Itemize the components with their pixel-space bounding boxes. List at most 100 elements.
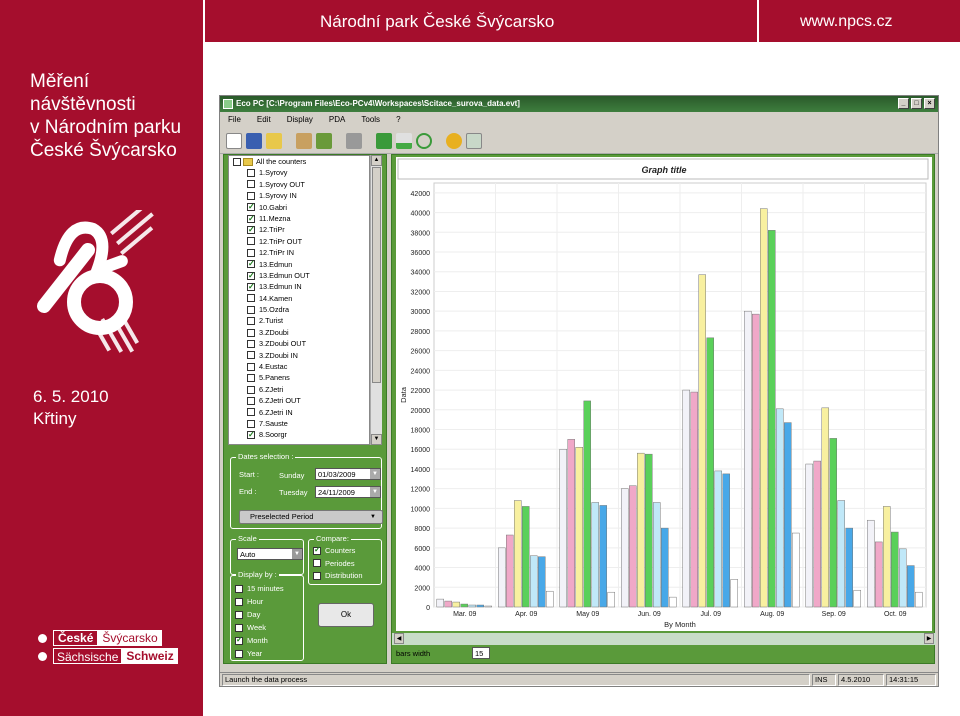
checkbox[interactable]	[247, 396, 255, 405]
checkbox[interactable]	[247, 180, 255, 189]
checkbox[interactable]	[247, 385, 255, 394]
tree-item[interactable]: 3.ZDoubi IN	[229, 350, 369, 361]
checkbox[interactable]	[247, 305, 255, 314]
checkbox[interactable]	[235, 610, 243, 619]
checkbox[interactable]	[313, 545, 321, 555]
table-icon[interactable]	[376, 132, 392, 149]
open-folder-icon[interactable]	[266, 132, 282, 149]
option-row[interactable]: Counters	[313, 545, 355, 555]
checkbox[interactable]	[247, 213, 255, 224]
tree-item[interactable]: 14.Kamen	[229, 293, 369, 304]
tree-item[interactable]: 6.ZJetri OUT	[229, 395, 369, 406]
option-row[interactable]: Distribution	[313, 571, 363, 580]
tree-item[interactable]: 11.Mezna	[229, 213, 369, 224]
checkbox[interactable]	[247, 224, 255, 235]
tree-item[interactable]: 13.Edmun OUT	[229, 270, 369, 281]
checkbox[interactable]	[235, 635, 243, 645]
scroll-down-icon[interactable]: ▼	[371, 434, 382, 445]
checkbox[interactable]	[247, 317, 255, 326]
menu-edit[interactable]: Edit	[257, 112, 271, 128]
tree-item[interactable]: 3.ZDoubi OUT	[229, 338, 369, 349]
scroll-up-icon[interactable]: ▲	[371, 155, 382, 166]
checkbox[interactable]	[247, 339, 255, 348]
info-icon[interactable]	[446, 132, 462, 149]
tree-item[interactable]: 12.TriPr	[229, 224, 369, 235]
print-icon[interactable]	[346, 132, 362, 149]
tree-item[interactable]: 10.Gabri	[229, 201, 369, 213]
preselected-period-dropdown[interactable]: Preselected Period ▼	[239, 510, 383, 524]
option-row[interactable]: Year	[235, 649, 262, 658]
tree-item[interactable]: 15.Ozdra	[229, 304, 369, 315]
pda-icon[interactable]	[296, 132, 312, 149]
checkbox[interactable]	[247, 419, 255, 428]
option-row[interactable]: Day	[235, 610, 260, 619]
tree-item[interactable]: 13.Edmun	[229, 258, 369, 270]
tree-item[interactable]: 1.Syrovy	[229, 167, 369, 178]
minimize-icon[interactable]: _	[898, 98, 909, 109]
checkbox[interactable]	[247, 374, 255, 383]
checkbox[interactable]	[247, 237, 255, 246]
checkbox[interactable]	[247, 270, 255, 281]
checkbox[interactable]	[247, 169, 255, 178]
chart-scrollbar[interactable]: ◀ ▶	[392, 633, 936, 645]
tree-item[interactable]: 1.Syrovy IN	[229, 190, 369, 201]
tree-item[interactable]: 1.Syrovy OUT	[229, 179, 369, 190]
option-row[interactable]: 15 minutes	[235, 584, 284, 593]
tree-item[interactable]: 3.ZDoubi	[229, 327, 369, 338]
menu-file[interactable]: File	[228, 112, 241, 128]
start-date-picker[interactable]: 01/03/2009 ▼	[315, 468, 381, 480]
tree-root[interactable]: All the counters	[229, 156, 369, 167]
menu-pda[interactable]: PDA	[329, 112, 345, 128]
menu-tools[interactable]: Tools	[361, 112, 380, 128]
tree-item[interactable]: 2.Turist	[229, 315, 369, 326]
checkbox[interactable]	[247, 294, 255, 303]
tree-item[interactable]: 12.TriPr IN	[229, 247, 369, 258]
menu-help[interactable]: ?	[396, 112, 400, 128]
tree-item[interactable]: 7.Sauste	[229, 418, 369, 429]
option-row[interactable]: Periodes	[313, 559, 355, 568]
tree-item[interactable]: 6.ZJetri	[229, 384, 369, 395]
scale-select[interactable]: Auto ▼	[237, 548, 303, 560]
maximize-icon[interactable]: □	[911, 98, 922, 109]
checkbox[interactable]	[233, 157, 241, 166]
refresh-icon[interactable]	[416, 132, 432, 149]
scroll-right-icon[interactable]: ▶	[924, 633, 934, 644]
checkbox[interactable]	[235, 584, 243, 593]
counters-tree[interactable]: All the counters 1.Syrovy 1.Syrovy OUT 1.S…	[228, 155, 370, 445]
header-url[interactable]: www.npcs.cz	[800, 13, 892, 31]
checkbox[interactable]	[247, 408, 255, 417]
counters-icon[interactable]	[316, 132, 332, 149]
bar-chart-icon[interactable]	[396, 132, 412, 149]
checkbox[interactable]	[247, 429, 255, 440]
checkbox[interactable]	[235, 597, 243, 606]
checkbox[interactable]	[247, 362, 255, 371]
checkbox[interactable]	[247, 281, 255, 292]
tree-item[interactable]: 13.Edmun IN	[229, 281, 369, 292]
checkbox[interactable]	[313, 571, 321, 580]
checkbox[interactable]	[235, 623, 243, 632]
checkbox[interactable]	[313, 559, 321, 567]
tree-item[interactable]: 4.Eustac	[229, 361, 369, 372]
checkbox[interactable]	[247, 201, 255, 213]
option-row[interactable]: Hour	[235, 597, 263, 606]
chevron-down-icon[interactable]: ▼	[292, 549, 302, 559]
save-icon[interactable]	[246, 132, 262, 149]
checkbox[interactable]	[247, 258, 255, 270]
chevron-down-icon[interactable]: ▼	[370, 469, 380, 479]
tree-scrollbar[interactable]: ▲ ▼	[370, 155, 382, 445]
end-date-picker[interactable]: 24/11/2009 ▼	[315, 486, 381, 498]
tree-item[interactable]: 12.TriPr OUT	[229, 236, 369, 247]
window-titlebar[interactable]: Eco PC [C:\Program Files\Eco-PCv4\Worksp…	[220, 96, 938, 112]
checkbox[interactable]	[247, 248, 255, 257]
checkbox[interactable]	[235, 649, 243, 658]
scroll-left-icon[interactable]: ◀	[394, 633, 404, 644]
menu-display[interactable]: Display	[287, 112, 313, 128]
sync-icon[interactable]	[466, 132, 482, 149]
close-icon[interactable]: ×	[924, 98, 935, 109]
chevron-down-icon[interactable]: ▼	[370, 487, 380, 497]
checkbox[interactable]	[247, 191, 255, 200]
tree-item[interactable]: 5.Panens	[229, 372, 369, 383]
option-row[interactable]: Week	[235, 623, 266, 632]
ok-button[interactable]: Ok	[318, 603, 374, 627]
tree-item[interactable]: 8.Soorgr	[229, 429, 369, 440]
